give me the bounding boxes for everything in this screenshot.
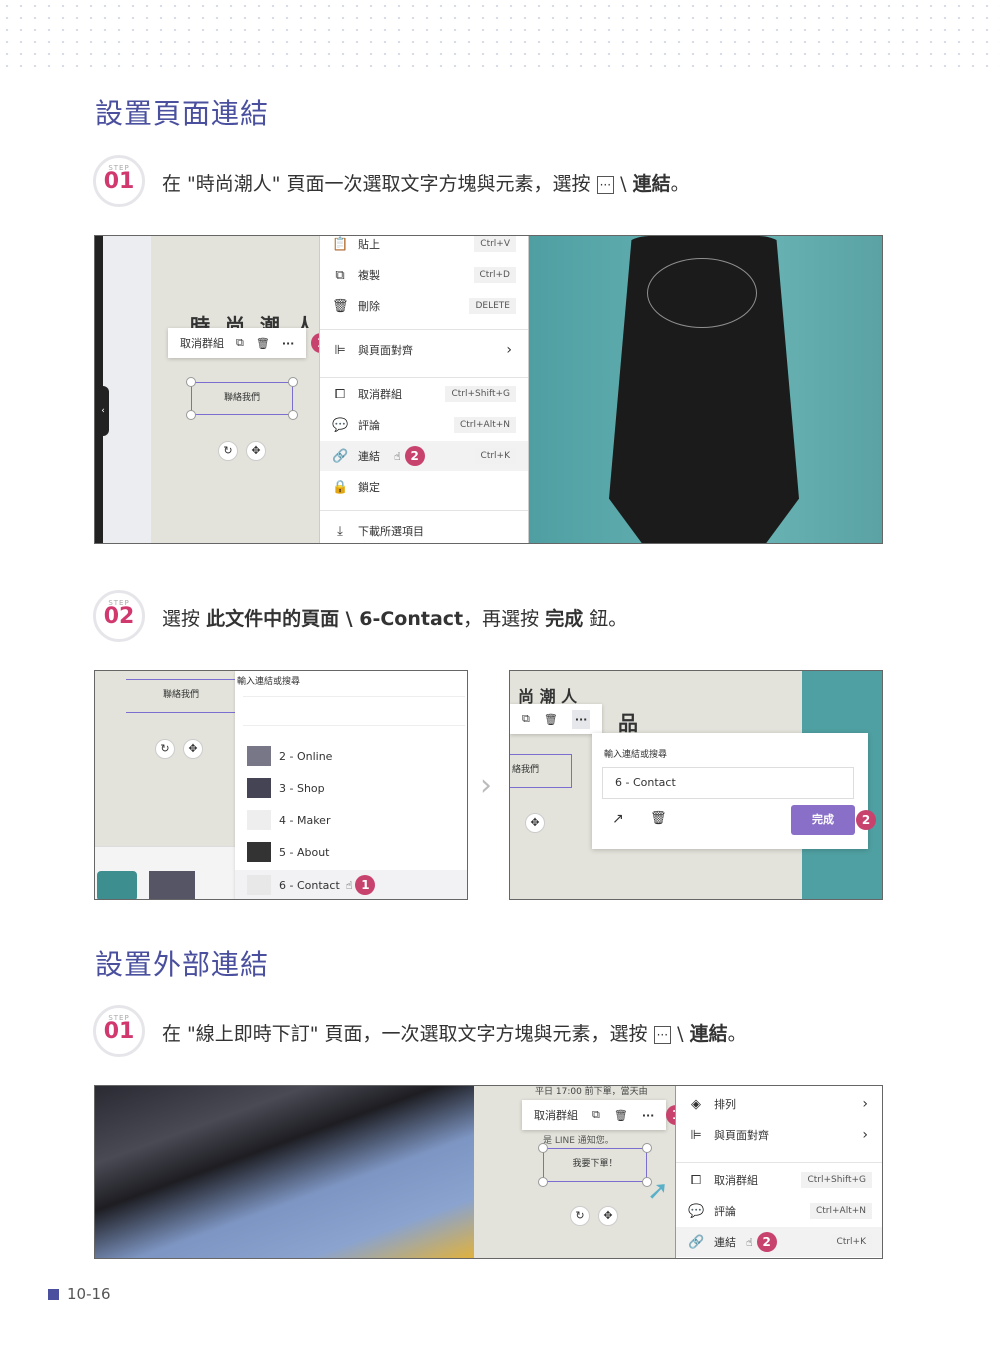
link-input[interactable]: 6 - Contact	[602, 767, 854, 799]
hand-cursor-icon: ☝	[345, 878, 353, 892]
align-icon: ⊫	[690, 1127, 702, 1143]
canvas-title: 時 尚 潮 人	[190, 314, 319, 328]
collapse-panel-button[interactable]: ‹	[97, 386, 109, 436]
chevron-right-icon: ›	[506, 342, 512, 358]
menu-item-download[interactable]: ⤓ 下載所選項目	[320, 516, 528, 543]
screenshot-link-done: 尚 潮 人 品 ⧉ 🗑 ··· 絡我們 ✥ 輸入連結或搜尋 6 - Contact …	[509, 670, 883, 900]
ungroup-icon: ⧠	[690, 1172, 702, 1188]
duplicate-icon[interactable]: ⧉	[592, 1108, 600, 1122]
screenshot-page-list: 聯絡我們 ↻ ✥ 輸入連結或搜尋 2 - Online 3 - Shop 4 -…	[94, 670, 468, 900]
duplicate-icon[interactable]: ⧉	[236, 336, 244, 350]
chevron-right-icon: ›	[862, 1096, 868, 1112]
selected-button-element[interactable]: 聯絡我們	[191, 382, 293, 415]
link-icon: 🔗	[688, 1234, 705, 1250]
align-icon: ⊫	[334, 342, 346, 358]
open-link-icon[interactable]: ↗	[612, 811, 624, 827]
menu-item-duplicate[interactable]: ⧉ 複製 Ctrl+D	[320, 260, 528, 290]
screenshot-context-menu: ‹ 時 尚 潮 人 取消群組 ⧉🗑··· 1 聯絡我們 ↻ ✥ 📋貼上Ctrl+…	[94, 235, 883, 544]
comment-icon: 💬	[332, 417, 349, 433]
page-option-contact[interactable]: 6 - Contact ☝ 1	[235, 870, 467, 899]
link-icon: 🔗	[332, 448, 349, 464]
more-icon[interactable]: ···	[642, 1109, 655, 1122]
link-search-input[interactable]	[243, 696, 465, 726]
page-option[interactable]: 5 - About	[235, 837, 467, 867]
ungroup-button[interactable]: 取消群組	[534, 1107, 578, 1123]
menu-item-comment[interactable]: 💬 評論 Ctrl+Alt+N	[676, 1196, 882, 1226]
menu-item-delete[interactable]: 🗑 刪除 DELETE	[320, 291, 528, 321]
menu-item-align[interactable]: ⊫ 與頁面對齊 ›	[676, 1120, 882, 1150]
menu-item-lock[interactable]: 🔒 鎖定	[320, 472, 528, 502]
move-icon[interactable]: ✥	[598, 1206, 618, 1226]
duplicate-icon: ⧉	[335, 267, 345, 283]
more-icon[interactable]: ···	[282, 337, 295, 350]
menu-item-link[interactable]: 🔗 連結 ☝ 2 Ctrl+K	[320, 441, 528, 471]
step-badge: STEP 01	[93, 1005, 145, 1057]
more-icon: ···	[653, 1025, 672, 1044]
arrow-right-icon: ›	[480, 768, 492, 803]
section-title: 設置頁面連結	[95, 97, 270, 130]
screenshot-external-link: 平日 17:00 前下單，當天由 是 LINE 通知您。 取消群組⧉🗑··· 1…	[94, 1085, 883, 1259]
layers-icon: ◈	[691, 1096, 701, 1112]
menu-item-paste[interactable]: 📋 貼上 Ctrl+V	[320, 236, 528, 259]
page-thumbnail[interactable]	[149, 871, 195, 899]
floating-toolbar: 取消群組 ⧉ 🗑 ···	[522, 1100, 667, 1130]
menu-item-link[interactable]: 🔗 連結 ☝ 2 Ctrl+K	[676, 1227, 882, 1257]
trash-icon[interactable]: 🗑	[650, 811, 667, 826]
cursor-arrow-icon: ➚	[647, 1176, 669, 1206]
decorative-dots	[0, 0, 1000, 70]
more-icon: ···	[596, 175, 615, 194]
link-search-panel: 輸入連結或搜尋 2 - Online 3 - Shop 4 - Maker 5 …	[235, 671, 467, 899]
move-icon[interactable]: ✥	[525, 813, 545, 833]
step-instruction: 在 "時尚潮人" 頁面一次選取文字方塊與元素，選按 ··· \ 連結。	[162, 173, 690, 195]
trash-icon: 🗑	[332, 298, 349, 314]
floating-toolbar: 取消群組 ⧉ 🗑 ···	[168, 328, 307, 358]
section-title: 設置外部連結	[95, 948, 270, 981]
move-icon[interactable]: ✥	[183, 739, 203, 759]
step-badge: STEP 01	[93, 155, 145, 207]
rotate-icon[interactable]: ↻	[218, 441, 238, 461]
trash-icon[interactable]: 🗑	[544, 713, 558, 726]
link-panel: 輸入連結或搜尋 6 - Contact ↗ 🗑 完成 2	[592, 733, 876, 849]
canvas-text-line: 平日 17:00 前下單，當天由	[535, 1087, 648, 1097]
page-thumbnail[interactable]	[97, 871, 137, 899]
done-button[interactable]: 完成	[791, 805, 855, 835]
menu-item-ungroup[interactable]: ⧠ 取消群組 Ctrl+Shift+G	[676, 1165, 882, 1195]
page-marker	[48, 1289, 59, 1300]
context-menu: 📋 貼上 Ctrl+V ⧉ 複製 Ctrl+D 🗑 刪除 DELETE ⊫ 與頁面對齊 › ⧠ 取…	[319, 236, 529, 543]
trash-icon[interactable]: 🗑	[256, 337, 270, 350]
duplicate-icon[interactable]: ⧉	[522, 712, 530, 726]
page-number: 10-16	[67, 1285, 111, 1303]
clipboard-icon: 📋	[332, 236, 349, 252]
more-icon[interactable]: ···	[571, 709, 591, 729]
menu-item-arrange[interactable]: ◈ 排列 ›	[676, 1089, 882, 1119]
selected-button-element[interactable]: 我要下單！	[543, 1148, 647, 1182]
page-option[interactable]: 4 - Maker	[235, 805, 467, 835]
download-icon: ⤓	[337, 523, 343, 539]
floating-toolbar: ⧉ 🗑 ···	[510, 704, 603, 734]
hand-cursor-icon: ☝	[746, 1235, 753, 1249]
menu-item-align[interactable]: ⊫ 與頁面對齊 ›	[320, 335, 528, 365]
callout-badge: 2	[856, 810, 876, 830]
trash-icon[interactable]: 🗑	[614, 1109, 628, 1122]
rotate-icon[interactable]: ↻	[570, 1206, 590, 1226]
ungroup-button[interactable]: 取消群組	[180, 335, 224, 351]
clothes-photo	[95, 1086, 474, 1258]
hand-cursor-icon: ☝	[394, 449, 401, 463]
step-instruction: 選按 此文件中的頁面 \ 6-Contact，再選按 完成 鈕。	[162, 608, 628, 630]
menu-item-comment[interactable]: 💬 評論 Ctrl+Alt+N	[320, 410, 528, 440]
menu-item-ungroup[interactable]: ⧠ 取消群組 Ctrl+Shift+G	[320, 379, 528, 409]
step-instruction: 在 "線上即時下訂" 頁面，一次選取文字方塊與元素，選按 ··· \ 連結。	[162, 1023, 747, 1045]
move-icon[interactable]: ✥	[246, 441, 266, 461]
canvas-text-line: 是 LINE 通知您。	[543, 1136, 614, 1146]
step-badge: STEP 02	[93, 590, 145, 642]
lock-icon: 🔒	[332, 479, 349, 495]
ungroup-icon: ⧠	[334, 386, 346, 402]
chevron-right-icon: ›	[862, 1127, 868, 1143]
page-option[interactable]: 2 - Online	[235, 741, 467, 771]
comment-icon: 💬	[688, 1203, 705, 1219]
rotate-icon[interactable]: ↻	[155, 739, 175, 759]
page-option[interactable]: 3 - Shop	[235, 773, 467, 803]
context-menu: ◈ 排列 › ⊫ 與頁面對齊 › ⧠ 取消群組 Ctrl+Shift+G 💬 評論 Ctrl+A…	[675, 1086, 882, 1258]
model-photo	[529, 236, 882, 543]
